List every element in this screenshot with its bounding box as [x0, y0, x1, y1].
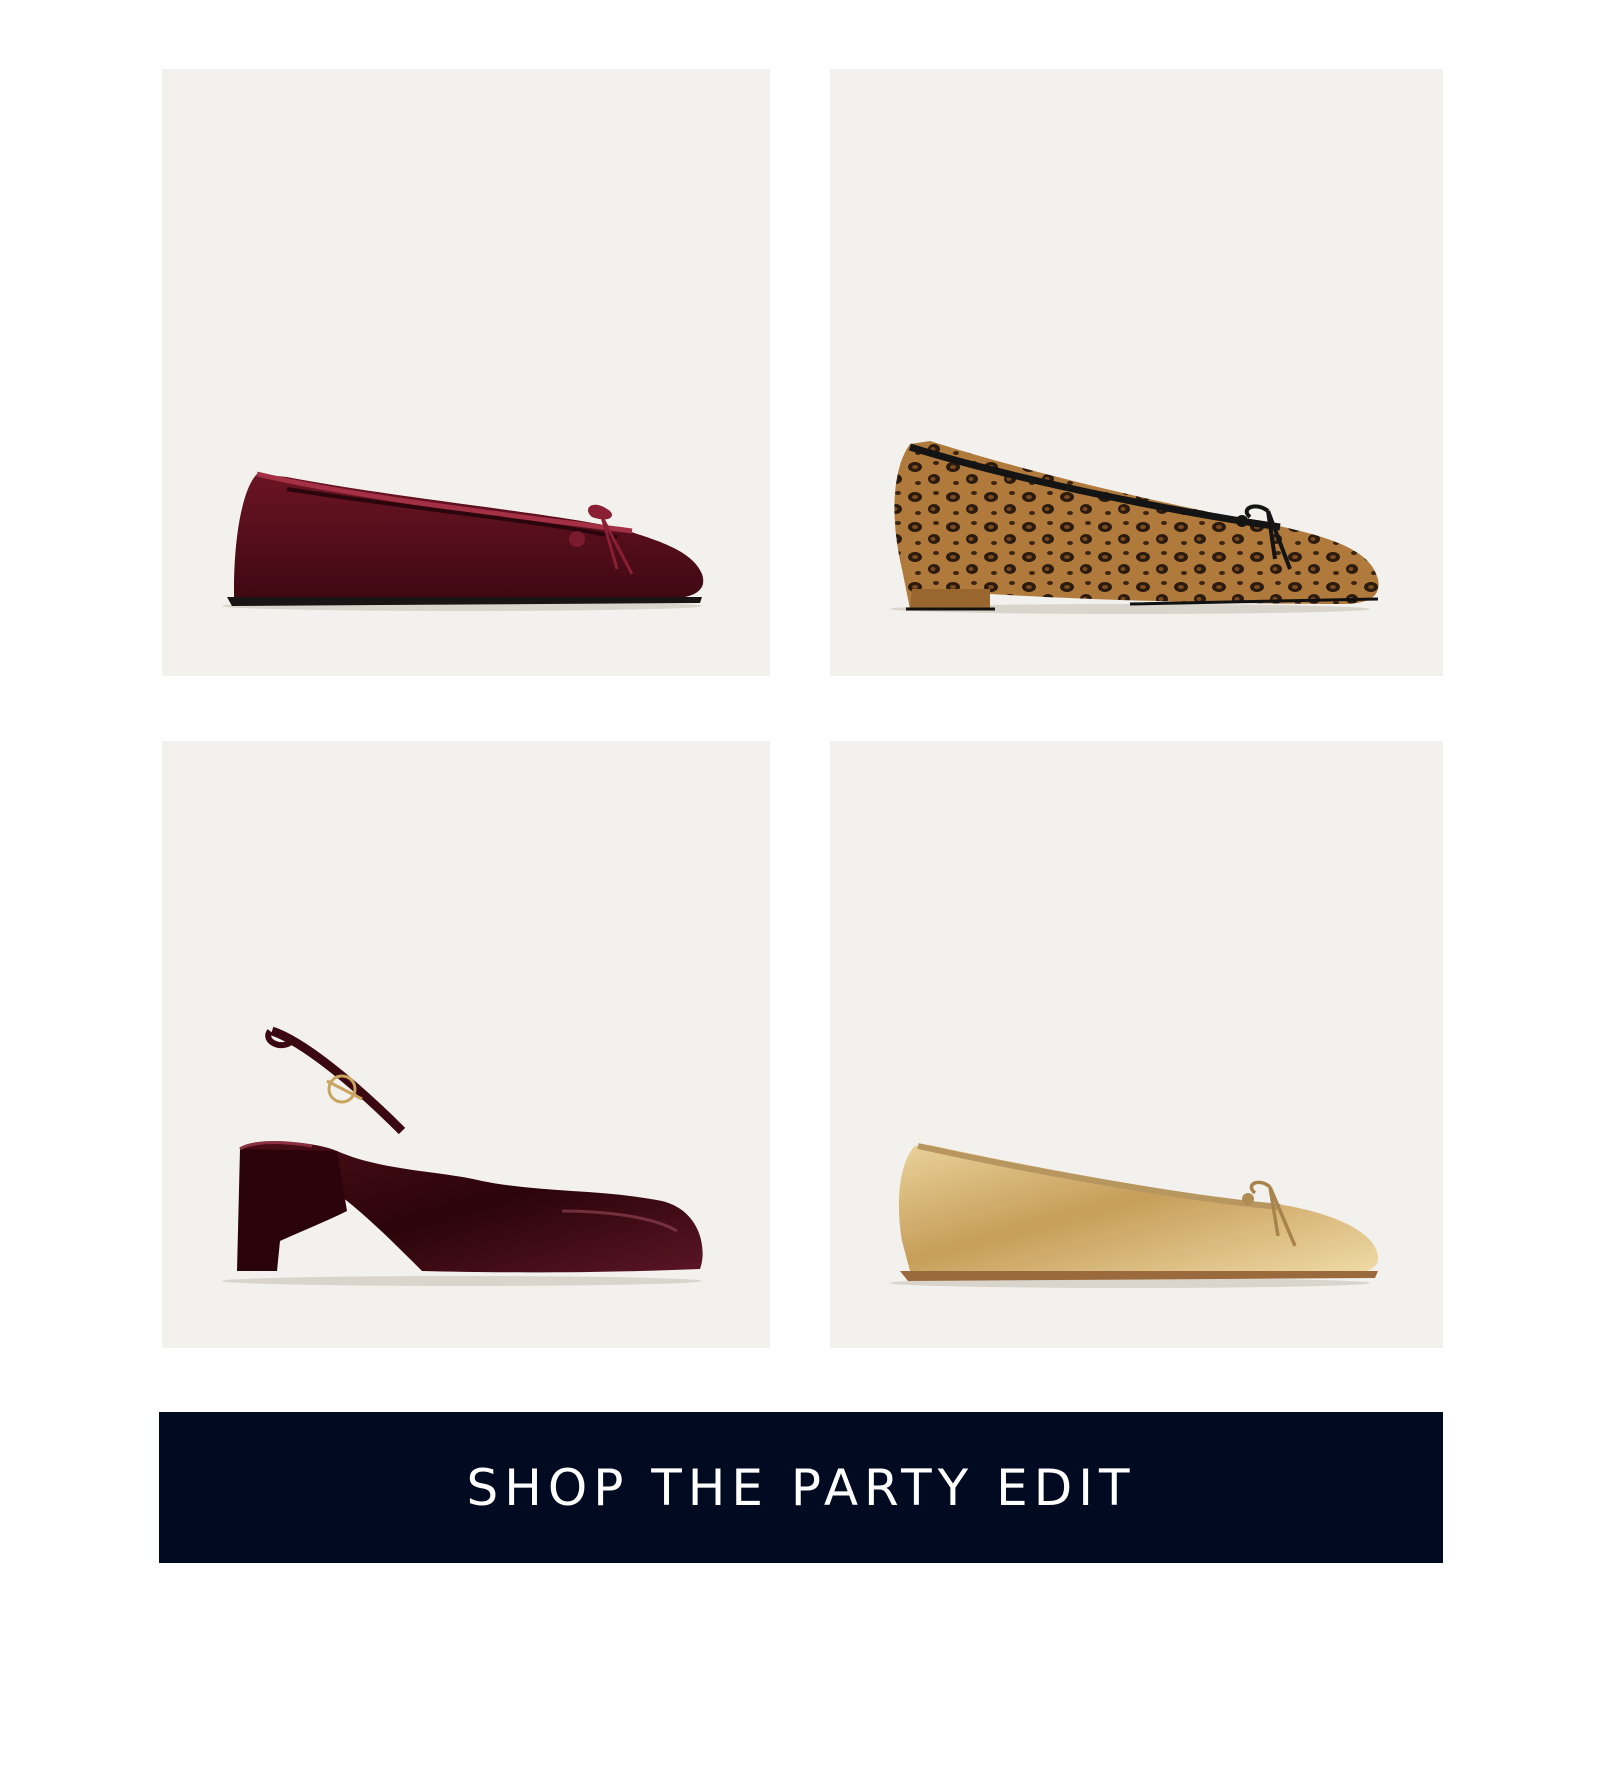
- gold-ballet-flat-image: [890, 1143, 1379, 1288]
- product-tile-leopard-flat[interactable]: [830, 69, 1443, 676]
- product-tile-patent-slingback[interactable]: [162, 741, 770, 1348]
- product-tile-burgundy-velvet-flat[interactable]: [162, 69, 770, 676]
- burgundy-velvet-flat-image: [222, 471, 704, 611]
- leopard-block-heel-flat-image: [890, 441, 1379, 614]
- product-tile-gold-flat[interactable]: [830, 741, 1443, 1348]
- patent-slingback-pump-image: [222, 1026, 703, 1286]
- shop-the-party-edit-button[interactable]: SHOP THE PARTY EDIT: [159, 1412, 1443, 1563]
